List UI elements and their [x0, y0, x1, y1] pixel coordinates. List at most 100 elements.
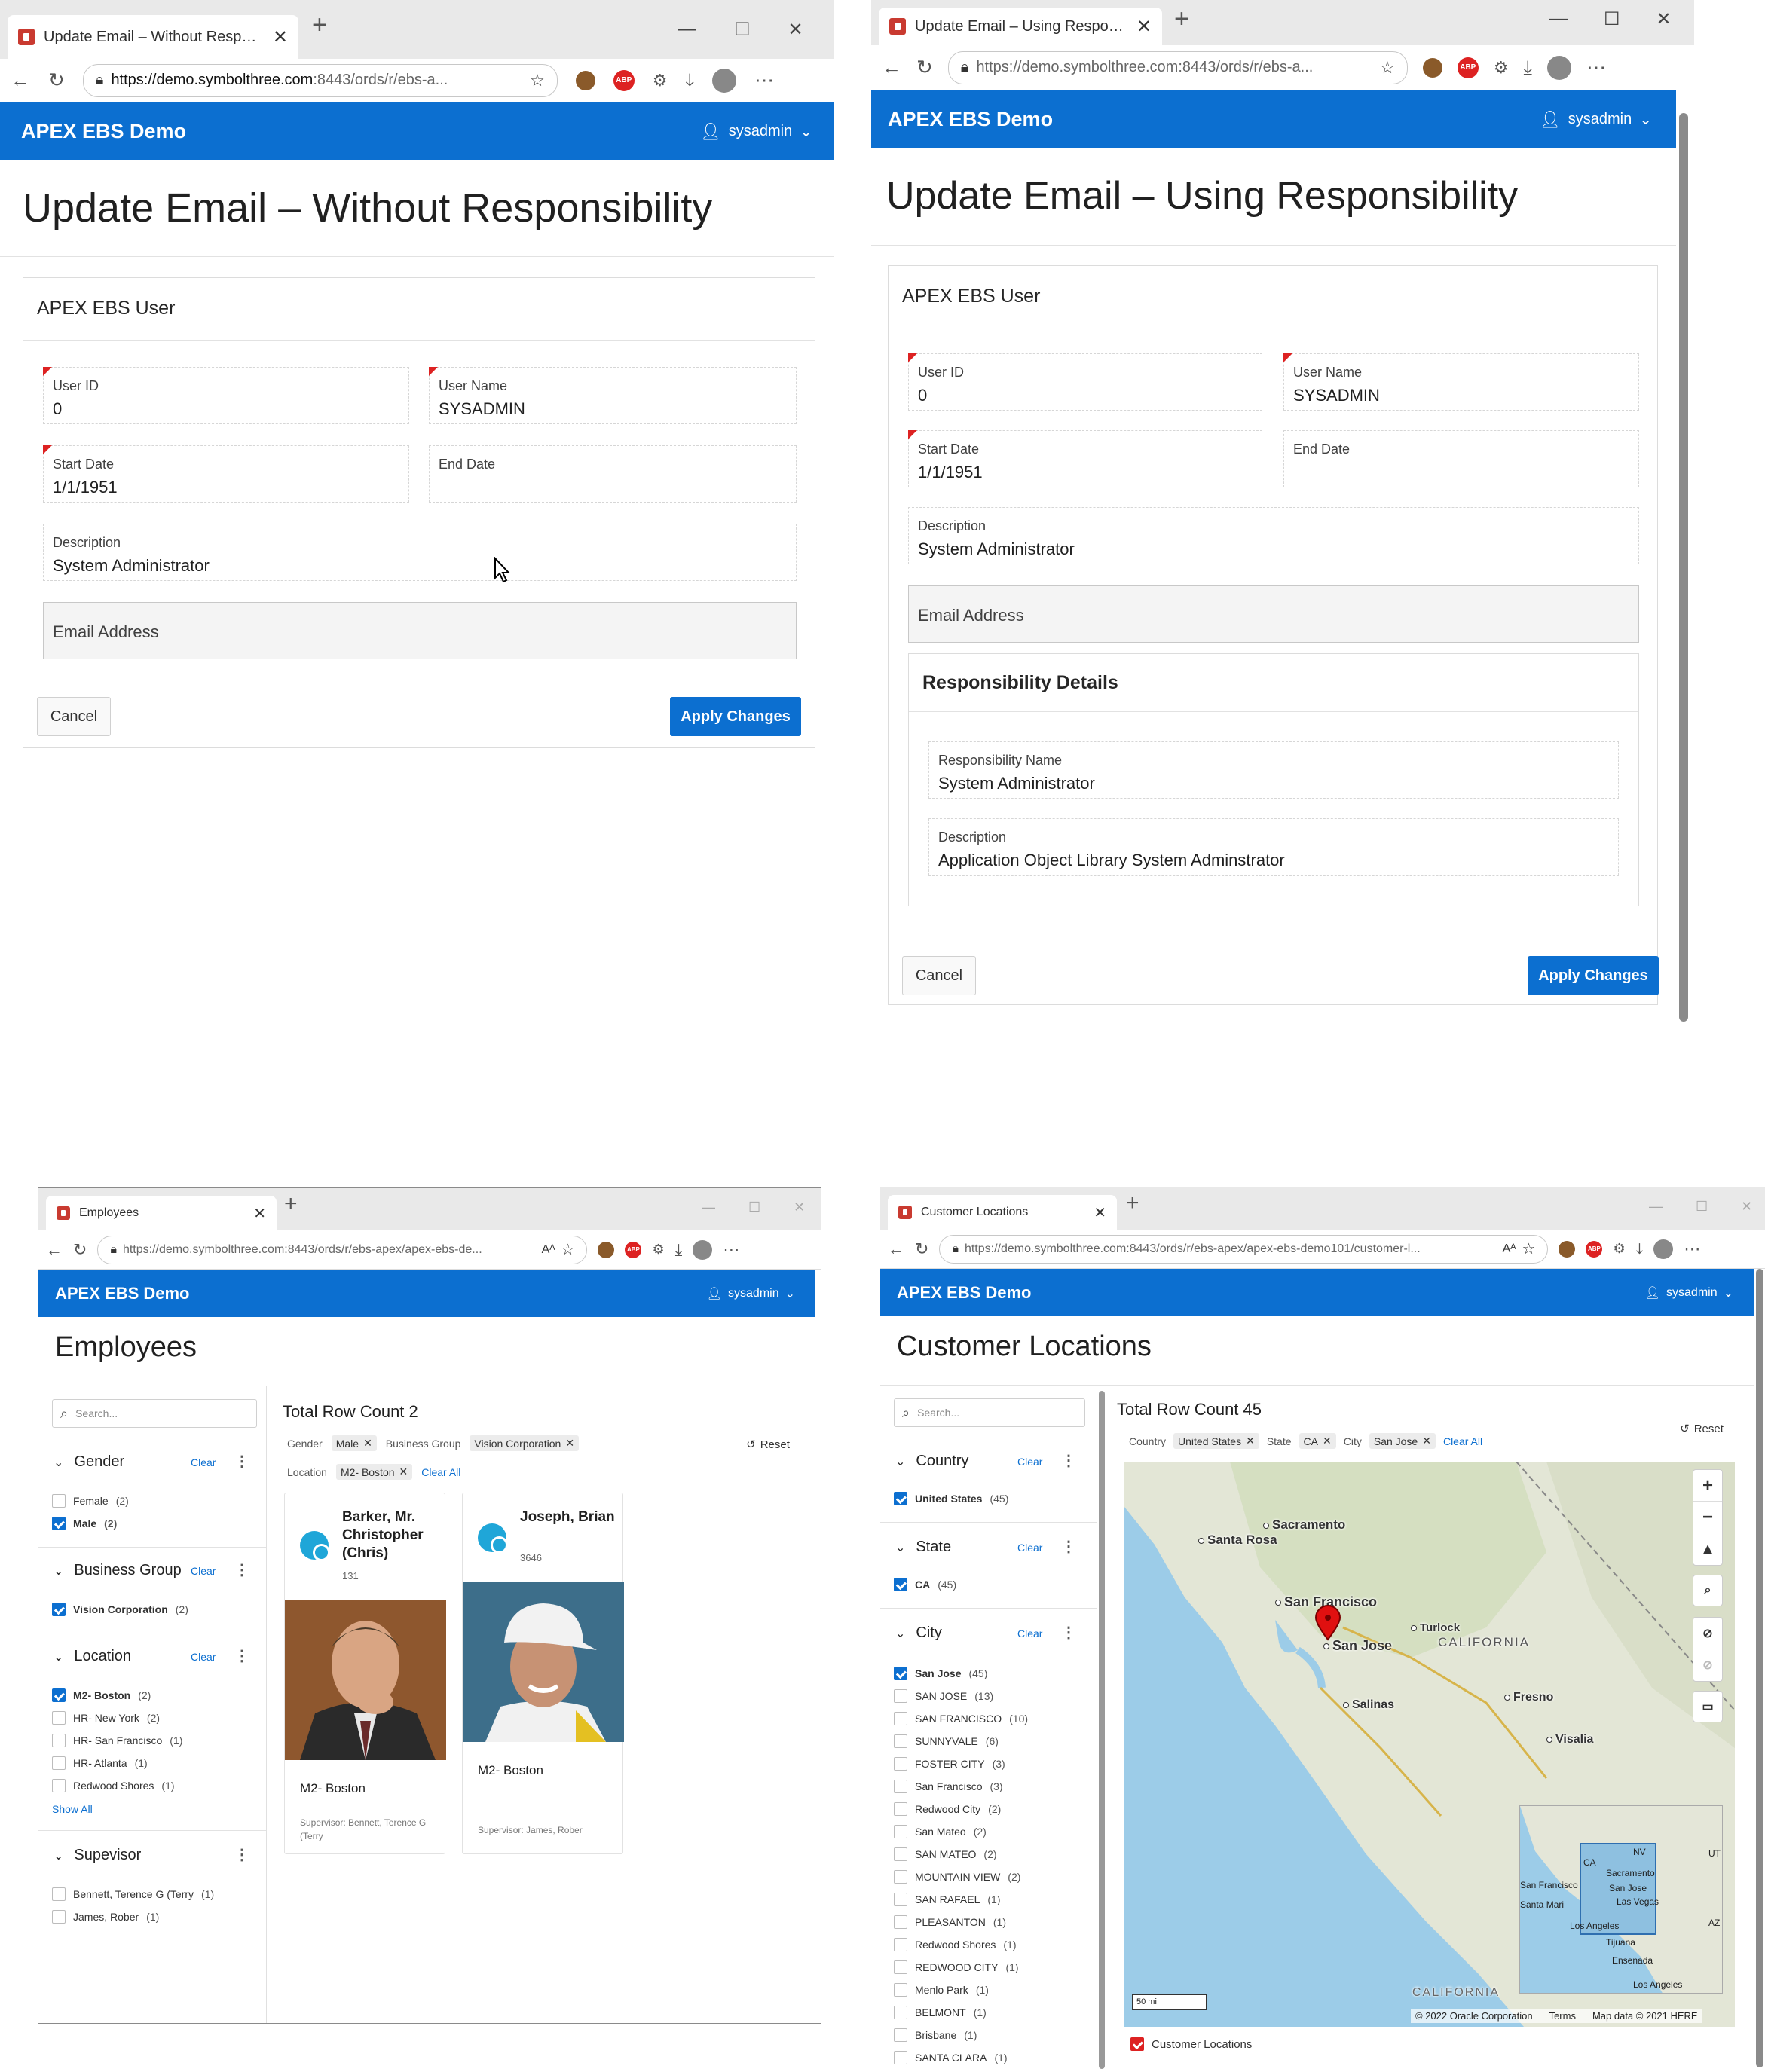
back-icon[interactable]: ←: [46, 1240, 63, 1260]
star-icon[interactable]: ☆: [1522, 1239, 1536, 1258]
profile-icon[interactable]: [712, 68, 737, 93]
minimize-icon[interactable]: —: [1549, 8, 1568, 29]
start-date-field[interactable]: Start Date 1/1/1951: [43, 445, 409, 503]
close-icon[interactable]: ✕: [253, 1204, 266, 1223]
terms-link[interactable]: Terms: [1549, 2010, 1576, 2022]
facet-option-city[interactable]: Redwood Shores (1): [894, 1938, 1017, 1951]
facet-option-city[interactable]: SAN FRANCISCO (10): [894, 1712, 1028, 1725]
reload-icon[interactable]: ↻: [915, 1239, 928, 1259]
supervisor-menu-icon[interactable]: ⋮: [234, 1845, 249, 1864]
url-field[interactable]: 🔒︎ https://demo.symbolthree.com:8443/ord…: [947, 50, 1408, 84]
employee-card[interactable]: Barker, Mr. Christopher (Chris) 131 M2- …: [284, 1493, 446, 1854]
state-clear-link[interactable]: Clear: [1017, 1542, 1042, 1554]
map-measure-tool[interactable]: ▭: [1693, 1691, 1723, 1722]
map-pin-icon[interactable]: [1314, 1605, 1341, 1641]
profile-icon[interactable]: [1653, 1239, 1674, 1259]
browser-tab[interactable]: Employees ✕: [46, 1196, 277, 1230]
facet-supervisor-header[interactable]: ⌄ Supevisor: [54, 1847, 141, 1864]
close-window-icon[interactable]: ✕: [788, 19, 803, 41]
clear-select-icon[interactable]: ⊘: [1693, 1649, 1722, 1681]
app-brand[interactable]: APEX EBS Demo: [21, 120, 186, 143]
city-clear-link[interactable]: Clear: [1017, 1627, 1042, 1640]
close-icon[interactable]: ✕: [363, 1437, 372, 1450]
abp-icon[interactable]: ABP: [1457, 57, 1479, 78]
reload-icon[interactable]: ↻: [73, 1240, 87, 1260]
facet-option-vision-corporation[interactable]: Vision Corporation (2): [52, 1603, 188, 1616]
facet-gender-header[interactable]: ⌄ Gender: [54, 1453, 124, 1471]
facet-option-james[interactable]: James, Rober (1): [52, 1910, 159, 1924]
user-menu[interactable]: 👤︎ sysadmin ⌄: [1540, 110, 1652, 130]
zoom-in-icon[interactable]: +: [1693, 1470, 1722, 1502]
close-icon[interactable]: ✕: [1246, 1435, 1255, 1447]
user-id-field[interactable]: User ID 0: [43, 367, 409, 424]
facet-option-city[interactable]: San Jose (45): [894, 1667, 987, 1680]
back-icon[interactable]: ←: [882, 56, 901, 79]
app-brand[interactable]: APEX EBS Demo: [55, 1284, 190, 1303]
facet-option-hr-san-francisco[interactable]: HR- San Francisco (1): [52, 1734, 182, 1747]
facet-option-city[interactable]: SUNNYVALE (6): [894, 1734, 999, 1748]
facet-option-city[interactable]: PLEASANTON (1): [894, 1915, 1006, 1929]
read-aloud-icon[interactable]: Aᴬ: [542, 1243, 555, 1257]
profile-icon[interactable]: [1547, 55, 1572, 80]
user-menu[interactable]: 👤︎ sysadmin ⌄: [700, 122, 812, 142]
browser-tab[interactable]: Update Email – Using Responsibility ✕: [879, 8, 1162, 45]
download-icon[interactable]: ⤓: [675, 1240, 683, 1260]
download-icon[interactable]: ⤓: [1636, 1239, 1644, 1259]
puzzle-icon[interactable]: ⚙: [1494, 58, 1509, 78]
puzzle-icon[interactable]: ⚙: [653, 71, 668, 90]
star-icon[interactable]: ☆: [530, 71, 545, 90]
facet-business-group-header[interactable]: ⌄ Business Group: [54, 1562, 182, 1579]
scrollbar[interactable]: [1679, 113, 1688, 1022]
facet-option-m2-boston[interactable]: M2- Boston (2): [52, 1688, 151, 1702]
location-menu-icon[interactable]: ⋮: [234, 1646, 249, 1665]
cookie-icon[interactable]: [575, 70, 595, 90]
user-name-field[interactable]: User Name SYSADMIN: [1283, 353, 1639, 411]
new-tab-icon[interactable]: +: [312, 11, 327, 40]
url-field[interactable]: 🔒︎ https://demo.symbolthree.com:8443/ord…: [939, 1234, 1549, 1264]
clear-all-link[interactable]: Clear All: [421, 1466, 460, 1478]
city-menu-icon[interactable]: ⋮: [1061, 1623, 1076, 1642]
back-icon[interactable]: ←: [11, 69, 30, 92]
search-input[interactable]: ⌕ Search...: [52, 1399, 257, 1428]
more-icon[interactable]: ⋯: [1684, 1239, 1700, 1259]
user-name-field[interactable]: User Name SYSADMIN: [429, 367, 797, 424]
show-all-link[interactable]: Show All: [52, 1803, 93, 1815]
close-icon[interactable]: ✕: [1422, 1435, 1431, 1447]
country-menu-icon[interactable]: ⋮: [1061, 1451, 1076, 1470]
facet-option-city[interactable]: SAN MATEO (2): [894, 1847, 997, 1861]
facet-option-city[interactable]: San Francisco (3): [894, 1780, 1003, 1793]
puzzle-icon[interactable]: ⚙: [652, 1242, 664, 1258]
user-id-field[interactable]: User ID 0: [908, 353, 1262, 411]
location-clear-link[interactable]: Clear: [191, 1651, 216, 1663]
minimize-icon[interactable]: —: [702, 1199, 715, 1215]
end-date-field[interactable]: End Date: [429, 445, 797, 503]
close-window-icon[interactable]: ✕: [794, 1199, 805, 1215]
user-menu[interactable]: 👤︎ sysadmin ⌄: [707, 1286, 795, 1301]
abp-icon[interactable]: ABP: [1586, 1240, 1603, 1258]
new-tab-icon[interactable]: +: [1174, 5, 1189, 34]
email-address-field[interactable]: Email Address: [43, 602, 797, 659]
filter-chip-business-group[interactable]: Vision Corporation ✕: [470, 1435, 580, 1451]
compass-icon[interactable]: ▲: [1693, 1533, 1722, 1565]
facet-scrollbar[interactable]: [1099, 1391, 1105, 2069]
facet-option-hr-new-york[interactable]: HR- New York (2): [52, 1711, 160, 1725]
facet-option-city[interactable]: FOSTER CITY (3): [894, 1757, 1005, 1771]
facet-option-redwood-shores[interactable]: Redwood Shores (1): [52, 1779, 175, 1792]
reload-icon[interactable]: ↻: [916, 56, 933, 79]
browser-tab[interactable]: Customer Locations ✕: [888, 1195, 1117, 1230]
read-aloud-icon[interactable]: Aᴬ: [1503, 1242, 1516, 1256]
cookie-icon[interactable]: [598, 1241, 615, 1258]
facet-option-city[interactable]: SAN JOSE (13): [894, 1689, 993, 1703]
filter-chip-gender[interactable]: Male ✕: [331, 1435, 377, 1451]
url-field[interactable]: 🔒︎ https://demo.symbolthree.com:8443/ord…: [82, 63, 558, 97]
minimize-icon[interactable]: —: [678, 19, 696, 40]
employee-card[interactable]: Joseph, Brian 3646 M2- Boston Supervisor…: [462, 1493, 624, 1854]
description-field[interactable]: Description System Administrator: [908, 507, 1639, 564]
facet-option-city[interactable]: MOUNTAIN VIEW (2): [894, 1870, 1020, 1884]
clear-all-link[interactable]: Clear All: [1443, 1435, 1482, 1447]
facet-option-city[interactable]: BELMONT (1): [894, 2006, 987, 2019]
scrollbar[interactable]: [1756, 1269, 1763, 2067]
facet-option-female[interactable]: Female (2): [52, 1494, 129, 1508]
facet-option-city[interactable]: SAN RAFAEL (1): [894, 1893, 1001, 1906]
facet-option-city[interactable]: REDWOOD CITY (1): [894, 1960, 1019, 1974]
